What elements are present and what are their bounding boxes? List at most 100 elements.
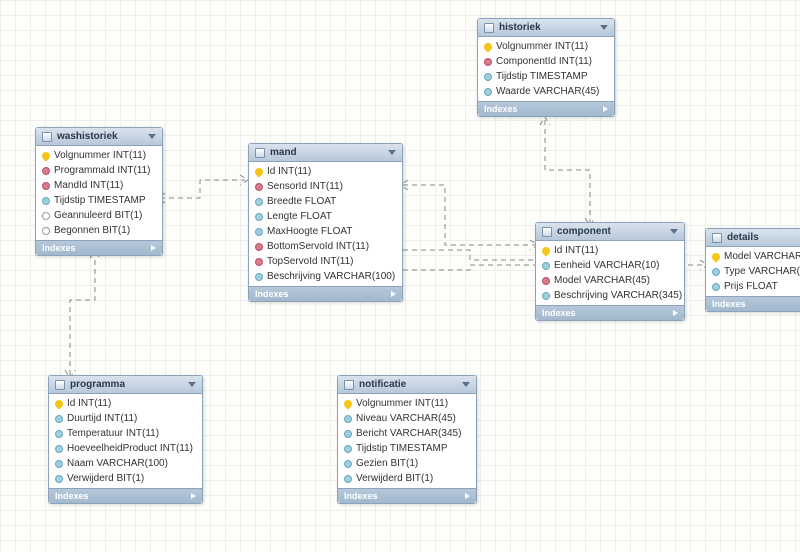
indexes-footer[interactable]: Indexes xyxy=(36,240,162,255)
column-row[interactable]: Gezien BIT(1) xyxy=(338,456,476,471)
table-washistoriek[interactable]: washistoriek Volgnummer INT(11) Programma… xyxy=(35,127,163,256)
table-notificatie[interactable]: notificatie Volgnummer INT(11)Niveau VAR… xyxy=(337,375,477,504)
column-type-icon xyxy=(55,460,63,468)
column-row[interactable]: MaxHoogte FLOAT xyxy=(249,224,402,239)
column-row[interactable]: ProgrammaId INT(11) xyxy=(36,163,162,178)
table-title: washistoriek xyxy=(57,131,118,142)
table-details[interactable]: details Model VARCHAR(45) Type VARCHAR(45… xyxy=(705,228,800,312)
column-type-icon xyxy=(542,262,550,270)
indexes-footer[interactable]: Indexes xyxy=(249,286,402,301)
column-type-icon xyxy=(255,273,263,281)
table-header[interactable]: details xyxy=(706,229,800,247)
column-type-icon xyxy=(344,415,352,423)
table-icon xyxy=(542,227,552,237)
table-header[interactable]: notificatie xyxy=(338,376,476,394)
column-row[interactable]: Prijs FLOAT xyxy=(706,279,800,294)
table-component[interactable]: component Id INT(11)Eenheid VARCHAR(10)M… xyxy=(535,222,685,321)
column-name: Begonnen BIT(1) xyxy=(54,225,130,236)
column-row[interactable]: Geannuleerd BIT(1) xyxy=(36,208,162,223)
columns-list: Volgnummer INT(11) ComponentId INT(11)Tij… xyxy=(478,37,614,101)
column-row[interactable]: Breedte FLOAT xyxy=(249,194,402,209)
column-name: Model VARCHAR(45) xyxy=(724,251,800,262)
column-name: SensorId INT(11) xyxy=(267,181,343,192)
column-row[interactable]: Lengte FLOAT xyxy=(249,209,402,224)
column-type-icon xyxy=(55,445,63,453)
table-header[interactable]: mand xyxy=(249,144,402,162)
column-row[interactable]: MandId INT(11) xyxy=(36,178,162,193)
column-row[interactable]: Id INT(11) xyxy=(49,396,202,411)
indexes-footer[interactable]: Indexes xyxy=(338,488,476,503)
primary-key-icon xyxy=(710,251,721,262)
column-name: Volgnummer INT(11) xyxy=(496,41,588,52)
table-header[interactable]: programma xyxy=(49,376,202,394)
column-name: Naam VARCHAR(100) xyxy=(67,458,168,469)
column-row[interactable]: Verwijderd BIT(1) xyxy=(49,471,202,486)
column-type-icon xyxy=(255,198,263,206)
column-name: Duurtijd INT(11) xyxy=(67,413,137,424)
column-row[interactable]: Duurtijd INT(11) xyxy=(49,411,202,426)
column-row[interactable]: Volgnummer INT(11) xyxy=(36,148,162,163)
column-row[interactable]: Bericht VARCHAR(345) xyxy=(338,426,476,441)
column-row[interactable]: Beschrijving VARCHAR(100) xyxy=(249,269,402,284)
column-row[interactable]: Model VARCHAR(45) xyxy=(536,273,684,288)
column-name: Id INT(11) xyxy=(67,398,111,409)
table-icon xyxy=(484,23,494,33)
column-name: BottomServoId INT(11) xyxy=(267,241,369,252)
indexes-footer[interactable]: Indexes xyxy=(536,305,684,320)
primary-key-icon xyxy=(253,166,264,177)
column-type-icon xyxy=(42,167,50,175)
column-row[interactable]: Beschrijving VARCHAR(345) xyxy=(536,288,684,303)
column-row[interactable]: Volgnummer INT(11) xyxy=(338,396,476,411)
table-header[interactable]: washistoriek xyxy=(36,128,162,146)
table-mand[interactable]: mand Id INT(11) SensorId INT(11) Breedte F… xyxy=(248,143,403,302)
column-row[interactable]: ComponentId INT(11) xyxy=(478,54,614,69)
table-header[interactable]: component xyxy=(536,223,684,241)
indexes-footer[interactable]: Indexes xyxy=(478,101,614,116)
column-row[interactable]: Niveau VARCHAR(45) xyxy=(338,411,476,426)
column-type-icon xyxy=(712,268,720,276)
column-name: Bericht VARCHAR(345) xyxy=(356,428,461,439)
table-title: programma xyxy=(70,379,125,390)
table-title: historiek xyxy=(499,22,541,33)
column-row[interactable]: Waarde VARCHAR(45) xyxy=(478,84,614,99)
column-row[interactable]: Verwijderd BIT(1) xyxy=(338,471,476,486)
column-row[interactable]: Begonnen BIT(1) xyxy=(36,223,162,238)
column-name: Lengte FLOAT xyxy=(267,211,332,222)
indexes-footer[interactable]: Indexes xyxy=(706,296,800,311)
table-title: component xyxy=(557,226,611,237)
column-name: Id INT(11) xyxy=(267,166,311,177)
chevron-right-icon xyxy=(673,310,678,316)
table-historiek[interactable]: historiek Volgnummer INT(11) ComponentId … xyxy=(477,18,615,117)
column-type-icon xyxy=(42,182,50,190)
column-name: ProgrammaId INT(11) xyxy=(54,165,151,176)
column-row[interactable]: TopServoId INT(11) xyxy=(249,254,402,269)
table-title: notificatie xyxy=(359,379,406,390)
table-header[interactable]: historiek xyxy=(478,19,614,37)
column-row[interactable]: BottomServoId INT(11) xyxy=(249,239,402,254)
column-row[interactable]: Tijdstip TIMESTAMP xyxy=(478,69,614,84)
column-row[interactable]: Naam VARCHAR(100) xyxy=(49,456,202,471)
column-type-icon xyxy=(484,73,492,81)
column-row[interactable]: Id INT(11) xyxy=(249,164,402,179)
chevron-right-icon xyxy=(391,291,396,297)
column-row[interactable]: Tijdstip TIMESTAMP xyxy=(36,193,162,208)
primary-key-icon xyxy=(540,245,551,256)
column-row[interactable]: Eenheid VARCHAR(10) xyxy=(536,258,684,273)
column-row[interactable]: Tijdstip TIMESTAMP xyxy=(338,441,476,456)
column-row[interactable]: Volgnummer INT(11) xyxy=(478,39,614,54)
column-type-icon xyxy=(42,227,50,235)
column-row[interactable]: Id INT(11) xyxy=(536,243,684,258)
column-row[interactable]: SensorId INT(11) xyxy=(249,179,402,194)
column-type-icon xyxy=(42,197,50,205)
indexes-footer[interactable]: Indexes xyxy=(49,488,202,503)
column-row[interactable]: HoeveelheidProduct INT(11) xyxy=(49,441,202,456)
column-type-icon xyxy=(55,475,63,483)
column-row[interactable]: Type VARCHAR(45) xyxy=(706,264,800,279)
table-programma[interactable]: programma Id INT(11) Duurtijd INT(11) Temp… xyxy=(48,375,203,504)
columns-list: Id INT(11) SensorId INT(11) Breedte FLOAT L… xyxy=(249,162,402,286)
column-type-icon xyxy=(255,228,263,236)
chevron-right-icon xyxy=(191,493,196,499)
column-row[interactable]: Temperatuur INT(11) xyxy=(49,426,202,441)
chevron-right-icon xyxy=(151,245,156,251)
column-row[interactable]: Model VARCHAR(45) xyxy=(706,249,800,264)
